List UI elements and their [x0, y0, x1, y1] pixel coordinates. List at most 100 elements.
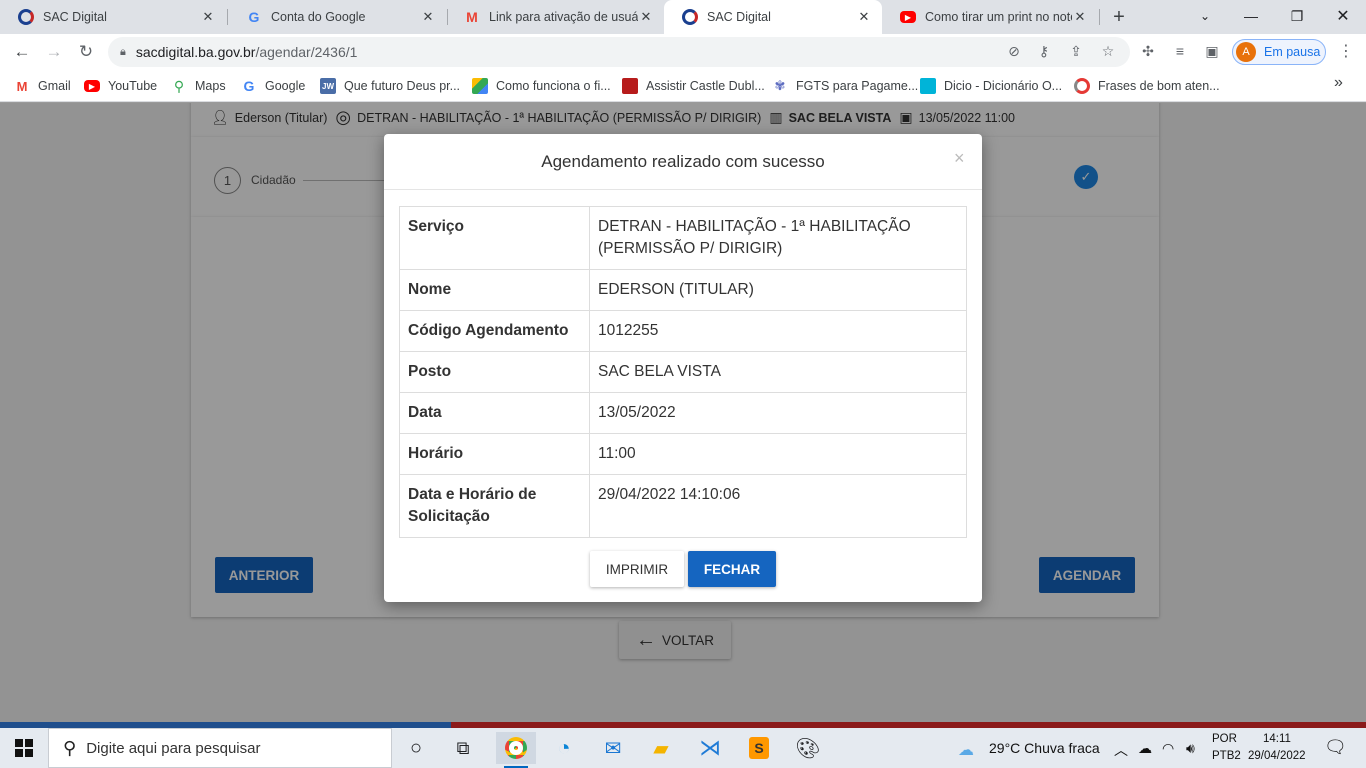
chevron-right-icon[interactable]: »	[1334, 74, 1343, 92]
avatar: A	[1236, 42, 1256, 62]
row-value: 13/05/2022	[589, 392, 967, 434]
profile-status: Em pausa	[1264, 45, 1321, 59]
close-icon[interactable]: ✕	[856, 9, 872, 25]
tab-title: SAC Digital	[43, 10, 107, 24]
gmail-icon: M	[16, 78, 28, 94]
extensions-icon[interactable]: ✣	[1138, 41, 1158, 61]
new-tab-button[interactable]: +	[1108, 7, 1130, 27]
search-placeholder: Digite aqui para pesquisar	[86, 739, 261, 757]
row-value: 1012255	[589, 310, 967, 352]
sac-icon	[18, 9, 34, 25]
row-key: Posto	[399, 351, 590, 393]
close-icon[interactable]: ✕	[638, 9, 654, 25]
bookmark-label: Gmail	[38, 79, 71, 93]
close-window-icon[interactable]: ✕	[1320, 4, 1366, 28]
success-modal: Agendamento realizado com sucesso × Serv…	[384, 134, 982, 602]
bookmarks-bar: M Gmail ▶ YouTube ⚲ Maps G Google JW Que…	[0, 70, 1366, 102]
jw-icon: JW	[320, 78, 336, 94]
dicio-icon	[920, 78, 936, 94]
close-icon[interactable]: ✕	[200, 9, 216, 25]
tab-sac-digital-1[interactable]: SAC Digital ✕	[0, 0, 226, 34]
blocked-popup-icon[interactable]: ⊘	[1004, 41, 1024, 61]
tab-title: Conta do Google	[271, 10, 366, 24]
key-icon[interactable]: ⚷	[1034, 41, 1054, 61]
row-value: 29/04/2022 14:10:06	[589, 474, 967, 538]
maps-icon: ⚲	[173, 77, 185, 94]
bookmark-castle[interactable]: Assistir Castle Dubl...	[622, 76, 765, 96]
bookmark-label: Assistir Castle Dubl...	[646, 79, 765, 93]
tab-conta-google[interactable]: G Conta do Google ✕	[228, 0, 446, 34]
mail-icon[interactable]: ✉	[593, 732, 633, 764]
notifications-icon[interactable]: 🗨︎	[1324, 737, 1347, 758]
tab-sac-digital-active[interactable]: SAC Digital ✕	[664, 0, 882, 34]
chevron-up-icon[interactable]: ︿	[1114, 740, 1128, 760]
clock-date[interactable]: 29/04/2022	[1248, 750, 1306, 762]
bookmark-jw[interactable]: JW Que futuro Deus pr...	[320, 76, 460, 96]
edge-icon[interactable]: ◔	[544, 732, 584, 764]
wifi-icon[interactable]: ◠	[1162, 740, 1174, 757]
cortana-icon[interactable]: ○	[396, 732, 436, 764]
sublime-icon[interactable]: S	[739, 732, 779, 764]
table-row: Data 13/05/2022	[399, 392, 967, 434]
minimize-icon[interactable]: —	[1228, 4, 1274, 28]
fgts-icon: ✾	[774, 78, 786, 93]
row-key: Serviço	[399, 206, 590, 270]
reload-icon[interactable]: ↻	[74, 40, 98, 64]
bookmark-drive[interactable]: Como funciona o fi...	[472, 76, 611, 96]
start-button[interactable]	[0, 728, 48, 768]
tab-gmail-link[interactable]: M Link para ativação de usuário ✕	[446, 0, 664, 34]
sac-icon	[682, 9, 698, 25]
search-icon: ⚲	[63, 737, 77, 758]
bookmark-dicio[interactable]: Dicio - Dicionário O...	[920, 76, 1062, 96]
tab-youtube-print[interactable]: ▶ Como tirar um print no notebook ✕	[882, 0, 1098, 34]
lock-icon[interactable]: 🔒︎	[120, 46, 126, 59]
onedrive-icon[interactable]: ☁	[1138, 740, 1152, 757]
address-bar[interactable]: 🔒︎ sacdigital.ba.gov.br/agendar/2436/1	[108, 37, 1130, 67]
volume-icon[interactable]: 🔊︎	[1186, 740, 1195, 757]
bookmark-maps[interactable]: ⚲ Maps	[171, 76, 226, 96]
bookmark-frases[interactable]: Frases de bom aten...	[1074, 76, 1220, 96]
language-code[interactable]: POR	[1212, 733, 1237, 745]
bookmark-label: Google	[265, 79, 306, 93]
task-view-icon[interactable]: ⧉	[443, 732, 483, 764]
side-panel-icon[interactable]: ▣	[1202, 41, 1222, 61]
weather-icon[interactable]: ☁	[958, 740, 974, 760]
row-key: Data	[399, 392, 590, 434]
share-icon[interactable]: ⇪	[1066, 41, 1086, 61]
windows-icon	[15, 739, 33, 757]
back-arrow-icon[interactable]: ←	[10, 40, 34, 64]
close-icon[interactable]: ×	[954, 148, 965, 169]
bookmark-youtube[interactable]: ▶ YouTube	[84, 76, 157, 96]
close-icon[interactable]: ✕	[1072, 9, 1088, 25]
frases-icon	[1074, 78, 1090, 94]
taskbar-search-input[interactable]: ⚲ Digite aqui para pesquisar	[48, 728, 392, 768]
file-explorer-icon[interactable]: ▰	[641, 732, 681, 764]
bookmark-fgts[interactable]: ✾ FGTS para Pagame...	[772, 76, 919, 96]
bookmark-label: Dicio - Dicionário O...	[944, 79, 1063, 93]
imprimir-button[interactable]: IMPRIMIR	[590, 551, 684, 587]
menu-kebab-icon[interactable]: ⋮	[1336, 41, 1356, 61]
row-key: Código Agendamento	[399, 310, 590, 352]
paint-icon[interactable]: 🎨︎	[788, 732, 828, 764]
restore-icon[interactable]: ❐	[1274, 4, 1320, 28]
vscode-icon[interactable]: ⋊	[690, 732, 730, 764]
row-key: Data e Horário de Solicitação	[399, 474, 590, 538]
youtube-icon: ▶	[84, 80, 100, 92]
forward-arrow-icon[interactable]: →	[42, 40, 66, 64]
chrome-taskbar-icon[interactable]	[496, 732, 536, 768]
bookmark-label: FGTS para Pagame...	[796, 79, 919, 93]
fechar-button[interactable]: FECHAR	[688, 551, 776, 587]
castle-icon	[622, 78, 638, 94]
star-icon[interactable]: ☆	[1098, 41, 1118, 61]
modal-title: Agendamento realizado com sucesso	[541, 152, 825, 171]
bookmark-gmail[interactable]: M Gmail	[14, 76, 71, 96]
weather-text[interactable]: 29°C Chuva fraca	[989, 740, 1100, 756]
table-row: Data e Horário de Solicitação 29/04/2022…	[399, 474, 967, 538]
bookmark-google[interactable]: G Google	[241, 76, 306, 96]
close-icon[interactable]: ✕	[420, 9, 436, 25]
keyboard-layout[interactable]: PTB2	[1212, 750, 1241, 762]
profile-paused-button[interactable]: A Em pausa	[1232, 39, 1326, 65]
media-icon[interactable]: ≡	[1170, 41, 1190, 61]
tab-search-icon[interactable]: ⌄	[1182, 4, 1228, 28]
clock-time[interactable]: 14:11	[1263, 733, 1291, 745]
